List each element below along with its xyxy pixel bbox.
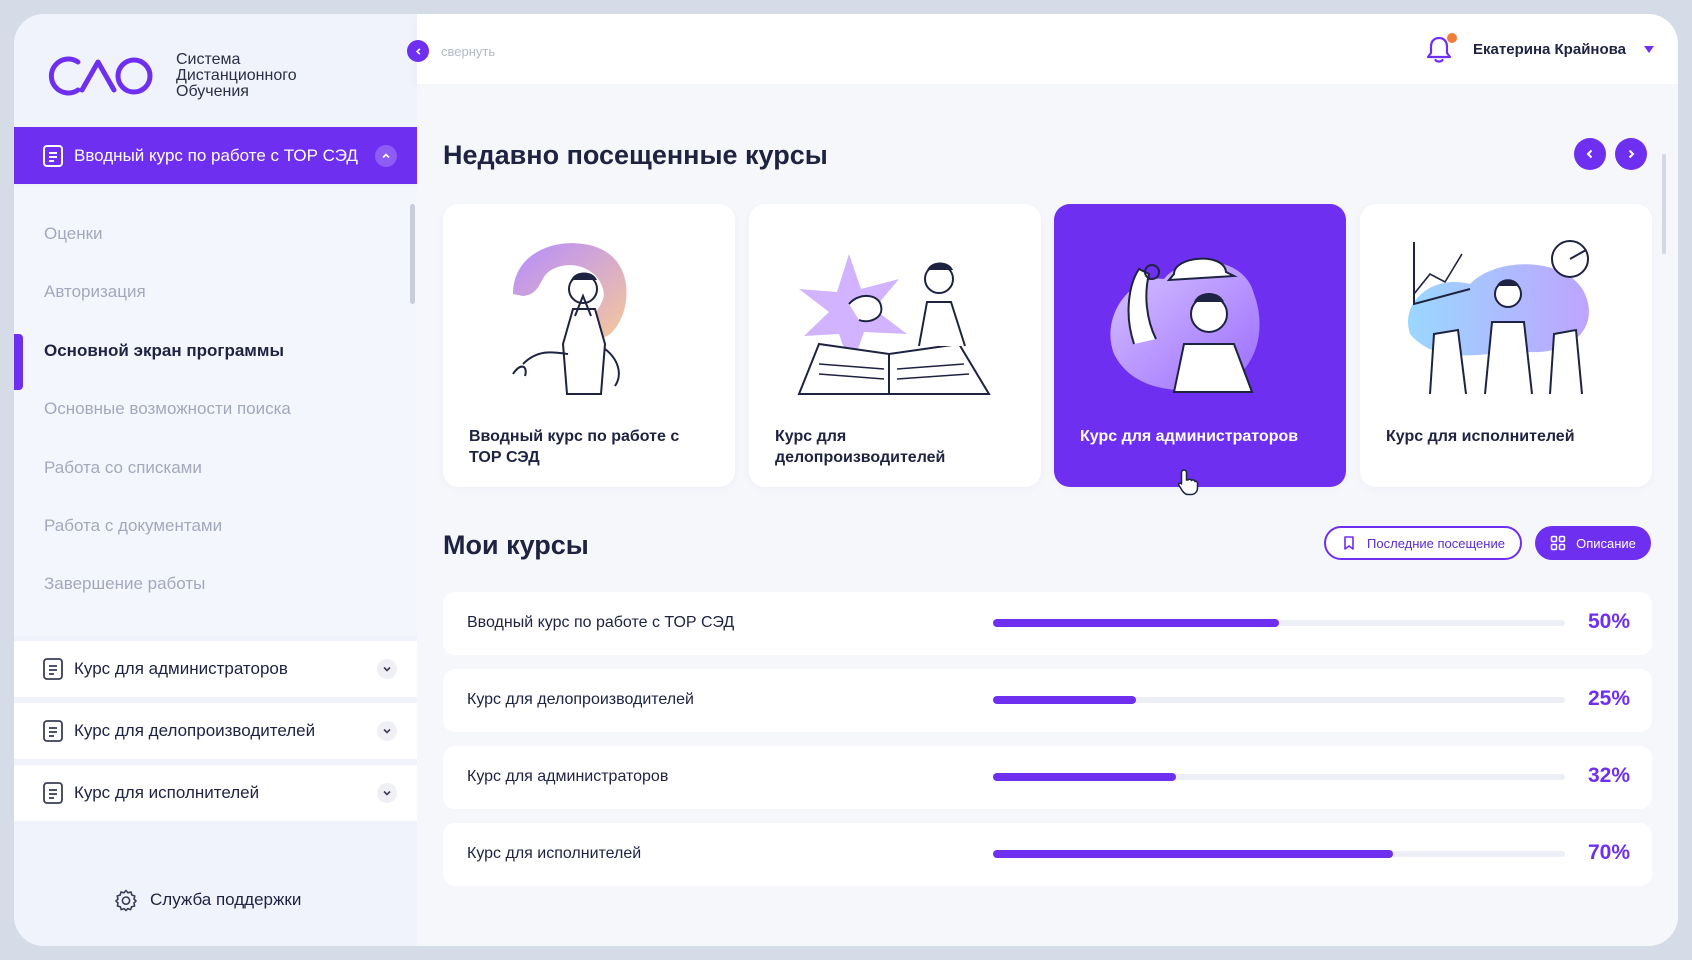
grid-icon <box>1550 535 1566 551</box>
lesson-item[interactable]: Авторизация <box>44 282 146 302</box>
carousel-next-button[interactable] <box>1615 138 1647 170</box>
card-label: Вводный курс по работе с ТОР СЭД <box>469 428 680 466</box>
recent-course-card[interactable]: Вводный курс по работе с ТОР СЭД <box>443 204 735 487</box>
sidebar-course-clerks[interactable]: Курс для делопроизводителей <box>14 703 417 759</box>
progress-track <box>993 850 1565 858</box>
last-visit-button[interactable]: Последние посещение <box>1324 526 1522 560</box>
notification-badge <box>1447 33 1457 43</box>
progress-percent: 50% <box>1587 610 1630 633</box>
chevron-up-icon[interactable] <box>375 144 397 167</box>
chevron-right-icon <box>1628 149 1635 159</box>
sidebar-course-executors[interactable]: Курс для исполнителей <box>14 765 417 821</box>
hand-cursor-icon <box>1177 469 1199 496</box>
course-progress-row[interactable]: Вводный курс по работе с ТОР СЭД 50% <box>443 592 1652 655</box>
my-courses-title: Мои курсы <box>443 530 589 560</box>
description-button[interactable]: Описание <box>1535 526 1651 560</box>
course-name: Курс для делопроизводителей <box>467 691 694 708</box>
description-label: Описание <box>1576 535 1636 551</box>
progress-percent: 25% <box>1587 687 1630 710</box>
gear-icon <box>115 889 137 912</box>
lesson-item[interactable]: Основные возможности поиска <box>44 399 291 419</box>
active-indicator <box>14 334 23 390</box>
document-icon <box>43 782 63 804</box>
bookmark-icon <box>1344 536 1354 550</box>
current-course-header[interactable]: Вводный курс по работе с ТОР СЭД <box>14 127 417 184</box>
document-icon <box>43 720 63 742</box>
course-name: Курс для администраторов <box>467 768 669 785</box>
collapse-label[interactable]: свернуть <box>441 44 495 59</box>
card-label: Курс для делопроизводителей <box>775 428 946 466</box>
last-visit-label: Последние посещение <box>1367 535 1505 551</box>
sidebar-course-label: Курс для исполнителей <box>74 783 260 802</box>
progress-fill <box>993 696 1136 704</box>
main-scrollbar[interactable] <box>1662 154 1666 254</box>
current-course-title: Вводный курс по работе с ТОР СЭД <box>74 145 358 165</box>
logo-line: Дистанционного <box>176 67 297 84</box>
progress-fill <box>993 850 1394 858</box>
chevron-down-icon[interactable] <box>377 659 397 679</box>
support-label: Служба поддержки <box>150 890 302 909</box>
top-bar: свернуть Екатерина Крайнова <box>407 14 1678 84</box>
main-content: Недавно посещенные курсы Вводный курс по… <box>417 84 1678 946</box>
recent-course-card[interactable]: Курс для делопроизводителей <box>749 204 1041 487</box>
thinking-person-illustration <box>512 243 627 395</box>
support-link[interactable]: Служба поддержки <box>114 888 301 912</box>
progress-fill <box>993 773 1177 781</box>
user-name[interactable]: Екатерина Крайнова <box>1473 41 1626 58</box>
sdo-logo-icon <box>48 56 153 96</box>
sidebar-course-label: Курс для администраторов <box>74 659 288 678</box>
card-label: Курс для администраторов <box>1080 428 1299 445</box>
chevron-left-icon <box>1586 149 1593 159</box>
caret-down-icon[interactable] <box>1644 46 1654 53</box>
team-presentation-illustration <box>1408 240 1589 395</box>
recent-courses-title: Недавно посещенные курсы <box>443 140 828 170</box>
course-progress-row[interactable]: Курс для делопроизводителей 25% <box>443 669 1652 732</box>
app-window: Система Дистанционного Обучения Вводный … <box>14 14 1678 946</box>
sidebar-course-label: Курс для делопроизводителей <box>74 721 316 740</box>
admin-hat-illustration <box>1110 257 1260 393</box>
chevron-down-icon[interactable] <box>377 721 397 741</box>
course-progress-row[interactable]: Курс для исполнителей 70% <box>443 823 1652 886</box>
progress-fill <box>993 619 1279 627</box>
sidebar-scrollbar[interactable] <box>410 204 415 304</box>
logo[interactable]: Система Дистанционного Обучения <box>44 52 297 100</box>
logo-text: Система Дистанционного Обучения <box>176 52 297 100</box>
lesson-item[interactable]: Оценки <box>44 224 103 244</box>
carousel-prev-button[interactable] <box>1574 138 1606 170</box>
course-progress-row[interactable]: Курс для администраторов 32% <box>443 746 1652 809</box>
lesson-list: Оценки Авторизация Основной экран програ… <box>14 186 417 636</box>
progress-track <box>993 773 1565 781</box>
progress-track <box>993 619 1565 627</box>
chevron-left-icon <box>415 47 420 55</box>
recent-course-card[interactable]: Курс для исполнителей <box>1360 204 1652 487</box>
recent-course-card-active[interactable]: Курс для администраторов <box>1054 204 1346 487</box>
lesson-item[interactable]: Работа со списками <box>44 458 202 478</box>
document-icon <box>43 658 63 680</box>
collapse-sidebar-button[interactable] <box>407 40 429 62</box>
sidebar-course-admins[interactable]: Курс для администраторов <box>14 641 417 697</box>
chevron-down-icon[interactable] <box>377 783 397 803</box>
sidebar: Система Дистанционного Обучения Вводный … <box>14 14 417 946</box>
progress-percent: 70% <box>1587 841 1630 864</box>
card-label: Курс для исполнителей <box>1386 428 1575 445</box>
lesson-item[interactable]: Завершение работы <box>44 574 205 594</box>
logo-line: Система <box>176 51 241 68</box>
course-name: Вводный курс по работе с ТОР СЭД <box>467 614 735 631</box>
lesson-item[interactable]: Работа с документами <box>44 516 222 536</box>
reading-book-illustration <box>797 254 991 395</box>
document-icon <box>43 144 63 167</box>
progress-track <box>993 696 1565 704</box>
lesson-item-active[interactable]: Основной экран программы <box>44 341 284 361</box>
progress-percent: 32% <box>1587 764 1630 787</box>
course-name: Курс для исполнителей <box>467 845 642 862</box>
logo-line: Обучения <box>176 83 249 100</box>
